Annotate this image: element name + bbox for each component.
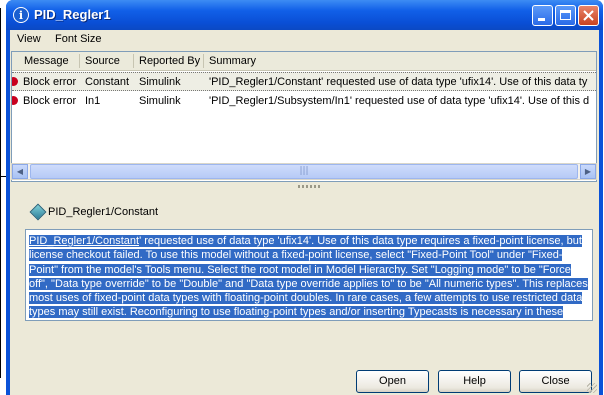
- block-path-link[interactable]: PID_Regler1/Constant: [29, 235, 140, 247]
- error-icon: [12, 96, 18, 105]
- info-icon: i: [13, 7, 29, 23]
- maximize-button[interactable]: [555, 5, 576, 26]
- scroll-thumb[interactable]: |||: [30, 164, 578, 179]
- block-icon: [29, 203, 47, 221]
- menu-bar: View Font Size: [10, 30, 599, 49]
- table-row[interactable]: Block error Constant Simulink 'PID_Regle…: [12, 72, 596, 91]
- window-title: PID_Regler1: [34, 7, 111, 22]
- menu-view[interactable]: View: [17, 33, 41, 45]
- diagnostic-viewer-window: i PID_Regler1 View Font Size Message Sou…: [6, 0, 603, 395]
- row-reported-by: Simulink: [139, 95, 181, 107]
- menu-font-size[interactable]: Font Size: [55, 33, 101, 45]
- message-body: ' requested use of data type 'ufix14'. U…: [29, 235, 588, 320]
- selected-block-name: PID_Regler1/Constant: [48, 206, 159, 218]
- row-summary: 'PID_Regler1/Constant' requested use of …: [209, 76, 588, 88]
- row-source: In1: [85, 95, 101, 107]
- open-button[interactable]: Open: [356, 370, 429, 393]
- row-message: Block error: [23, 95, 77, 107]
- resize-grip[interactable]: [587, 383, 597, 393]
- minimize-button[interactable]: [532, 5, 553, 26]
- row-message: Block error: [23, 76, 77, 88]
- column-header-source[interactable]: Source: [85, 55, 120, 67]
- message-detail-text: PID_Regler1/Constant' requested use of d…: [29, 234, 589, 320]
- maximize-icon: [560, 10, 571, 20]
- window-client-area: View Font Size Message Source Reported B…: [10, 30, 599, 395]
- message-detail-pane[interactable]: PID_Regler1/Constant' requested use of d…: [25, 229, 593, 321]
- column-header-summary[interactable]: Summary: [209, 55, 256, 67]
- error-icon: [12, 77, 18, 86]
- help-button[interactable]: Help: [438, 370, 511, 393]
- pane-splitter-grip[interactable]: [298, 185, 320, 188]
- minimize-icon: [538, 18, 545, 21]
- column-header-message[interactable]: Message: [24, 55, 69, 67]
- scroll-left-icon[interactable]: ◀: [12, 164, 28, 179]
- close-icon: [583, 10, 594, 21]
- row-source: Constant: [85, 76, 130, 88]
- close-window-button[interactable]: [578, 5, 599, 26]
- background-diagram-line: [0, 8, 1, 378]
- column-divider[interactable]: [79, 54, 80, 68]
- scroll-right-icon[interactable]: ▶: [580, 164, 596, 179]
- column-divider[interactable]: [203, 54, 204, 68]
- horizontal-scrollbar[interactable]: ◀ ||| ▶: [11, 163, 597, 180]
- column-header-reported-by[interactable]: Reported By: [139, 55, 200, 67]
- table-row[interactable]: Block error In1 Simulink 'PID_Regler1/Su…: [12, 92, 596, 111]
- row-reported-by: Simulink: [139, 76, 181, 88]
- close-button[interactable]: Close: [519, 370, 592, 393]
- title-bar[interactable]: i PID_Regler1: [6, 0, 603, 30]
- message-list-header: Message Source Reported By Summary: [12, 52, 596, 71]
- row-summary: 'PID_Regler1/Subsystem/In1' requested us…: [209, 95, 590, 107]
- column-divider[interactable]: [133, 54, 134, 68]
